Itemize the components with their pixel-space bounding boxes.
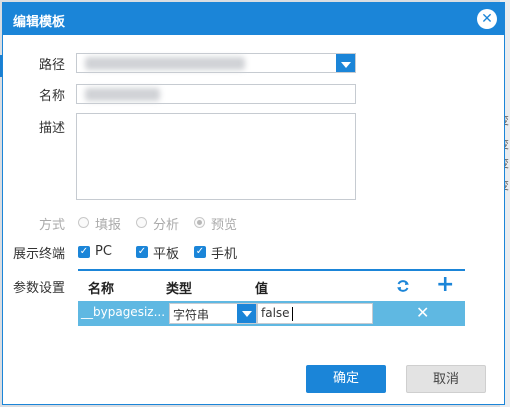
name-input[interactable]	[76, 84, 356, 104]
type-dropdown-button[interactable]	[237, 304, 256, 323]
chevron-down-icon	[242, 311, 252, 317]
param-value-input[interactable]: false	[257, 303, 373, 324]
checkbox-phone[interactable]: ✓	[194, 246, 206, 258]
plus-icon[interactable]: +	[436, 272, 454, 298]
mode-option-preview: 预览	[211, 218, 238, 233]
redacted-path	[85, 57, 245, 70]
cancel-button[interactable]: 取消	[406, 365, 486, 393]
redacted-name	[85, 88, 160, 101]
mode-radio-analysis[interactable]	[136, 217, 147, 228]
terminal-option-pc: PC	[95, 244, 112, 259]
edit-template-dialog: 编辑模板 ✕ 路径 名称 描述 方式 填报 分析 预览 展示终端 ✓ PC ✓ …	[2, 2, 505, 405]
table-row[interactable]: __bypagesiz... 字符串 false ✕	[78, 301, 465, 326]
path-dropdown-button[interactable]	[336, 54, 355, 72]
checkbox-pc[interactable]: ✓	[78, 246, 90, 258]
dialog-title: 编辑模板	[13, 15, 66, 30]
refresh-icon[interactable]	[396, 279, 410, 293]
mode-label: 方式	[39, 218, 66, 233]
description-textarea[interactable]	[76, 113, 356, 200]
params-label: 参数设置	[13, 281, 66, 296]
terminal-option-phone: 手机	[211, 247, 238, 262]
text-cursor	[292, 307, 293, 321]
dialog-titlebar: 编辑模板 ✕	[3, 3, 504, 35]
terminal-option-tablet: 平板	[153, 247, 180, 262]
column-header-type: 类型	[166, 282, 193, 297]
description-label: 描述	[39, 121, 66, 136]
close-icon[interactable]: ✕	[477, 9, 497, 29]
column-header-value: 值	[255, 282, 269, 297]
params-table: 名称 类型 值 + __bypagesiz... 字符串 false ✕	[78, 269, 465, 331]
confirm-button[interactable]: 确定	[306, 365, 386, 393]
param-value-text: false	[261, 306, 290, 320]
param-type-value: 字符串	[173, 308, 210, 322]
name-label: 名称	[39, 89, 66, 104]
mode-option-fill: 填报	[95, 218, 122, 233]
delete-row-icon[interactable]: ✕	[416, 303, 429, 322]
chevron-down-icon	[341, 62, 351, 68]
column-header-name: 名称	[88, 282, 115, 297]
terminal-label: 展示终端	[13, 247, 66, 262]
param-name-cell: __bypagesiz...	[81, 305, 166, 319]
path-select[interactable]	[76, 53, 356, 73]
path-label: 路径	[39, 58, 66, 73]
params-table-header: 名称 类型 值 +	[78, 271, 465, 299]
mode-option-analysis: 分析	[153, 218, 180, 233]
checkbox-tablet[interactable]: ✓	[136, 246, 148, 258]
mode-radio-fill[interactable]	[78, 217, 89, 228]
param-type-select[interactable]: 字符串	[169, 303, 257, 324]
mode-radio-preview[interactable]	[194, 217, 205, 228]
